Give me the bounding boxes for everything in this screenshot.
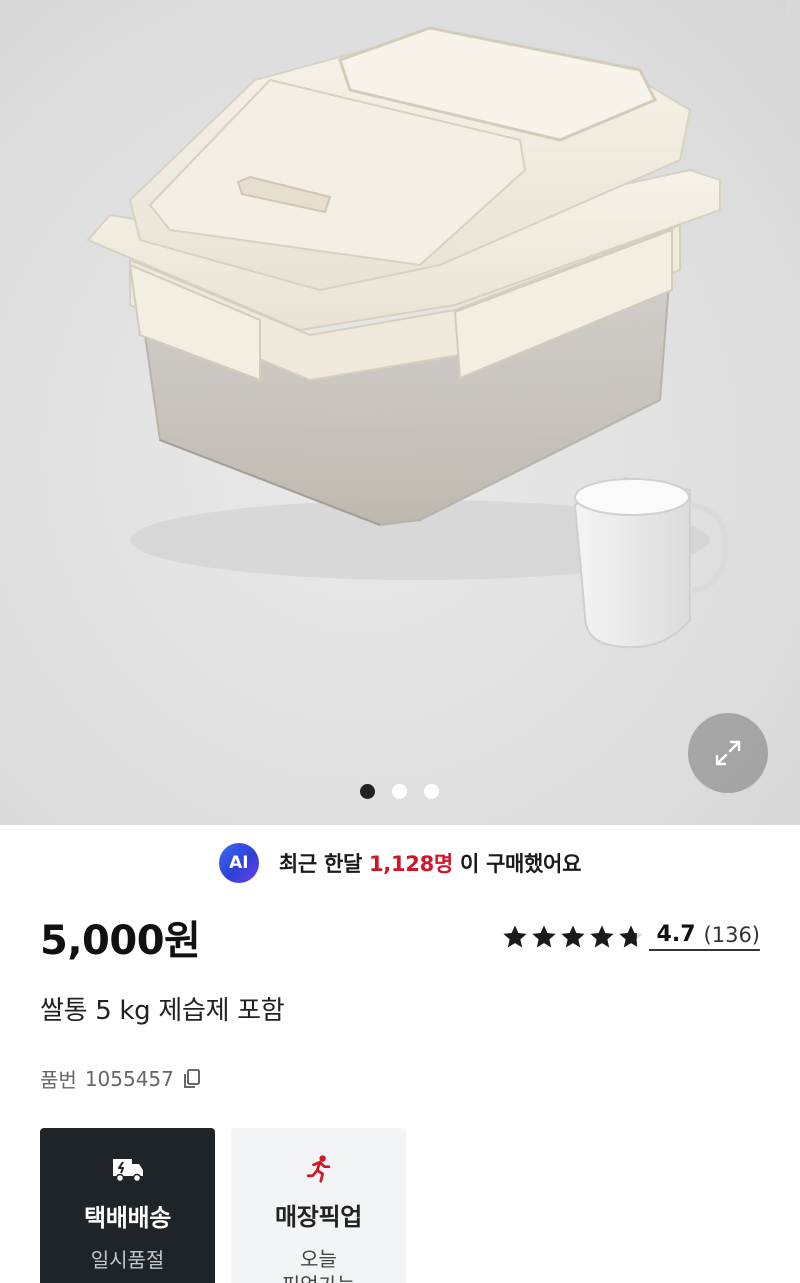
pickup-option-status: 오늘 픽업가능 xyxy=(282,1247,356,1283)
ai-banner-prefix: 최근 한달 xyxy=(278,852,369,876)
gallery-dot-2[interactable] xyxy=(392,784,407,799)
reviews-link[interactable]: 4.7 (136) xyxy=(648,922,760,951)
delivery-option-status: 일시품절 xyxy=(90,1248,165,1272)
copy-sku-button[interactable] xyxy=(182,1068,202,1090)
delivery-option-pickup[interactable]: 매장픽업 오늘 픽업가능 xyxy=(231,1128,406,1283)
star-icon xyxy=(531,924,556,947)
partial-star-icon xyxy=(618,924,643,947)
rating-stars xyxy=(501,923,645,951)
sku-label: 품번 xyxy=(40,1068,77,1092)
review-count: (136) xyxy=(703,922,760,947)
pickup-option-title: 매장픽업 xyxy=(274,1203,363,1231)
ai-banner-text: 최근 한달 1,128명 이 구매했어요 xyxy=(278,848,582,878)
product-photo xyxy=(86,0,800,649)
product-title: 쌀통 5 kg 제습제 포함 xyxy=(40,996,285,1026)
delivery-truck-icon xyxy=(112,1159,143,1183)
ai-purchase-banner: AI 최근 한달 1,128명 이 구매했어요 xyxy=(0,840,800,886)
sku-value: 1055457 xyxy=(84,1066,174,1091)
gallery-dot-3[interactable] xyxy=(424,784,439,799)
delivery-option-parcel[interactable]: 택배배송 일시품절 xyxy=(40,1128,215,1283)
star-icon xyxy=(589,924,614,947)
product-price: 5,000원 xyxy=(40,918,201,964)
star-icon xyxy=(560,924,585,947)
copy-icon xyxy=(183,1068,200,1088)
expand-icon xyxy=(715,740,741,766)
running-person-icon xyxy=(306,1155,330,1183)
expand-image-button[interactable] xyxy=(688,713,768,793)
ai-banner-highlight: 1,128명 xyxy=(369,852,453,876)
ai-badge-icon: AI xyxy=(218,843,259,883)
rating-summary: 4.7 (136) xyxy=(501,922,760,951)
ai-banner-suffix: 이 구매했어요 xyxy=(452,852,582,876)
gallery-pagination xyxy=(360,784,439,799)
star-icon xyxy=(502,924,527,947)
gallery-dot-1[interactable] xyxy=(360,784,375,799)
delivery-option-title: 택배배송 xyxy=(83,1204,172,1232)
rating-value: 4.7 xyxy=(656,922,696,947)
product-image-gallery[interactable] xyxy=(0,0,800,825)
product-sku: 품번 1055457 xyxy=(40,1064,202,1093)
